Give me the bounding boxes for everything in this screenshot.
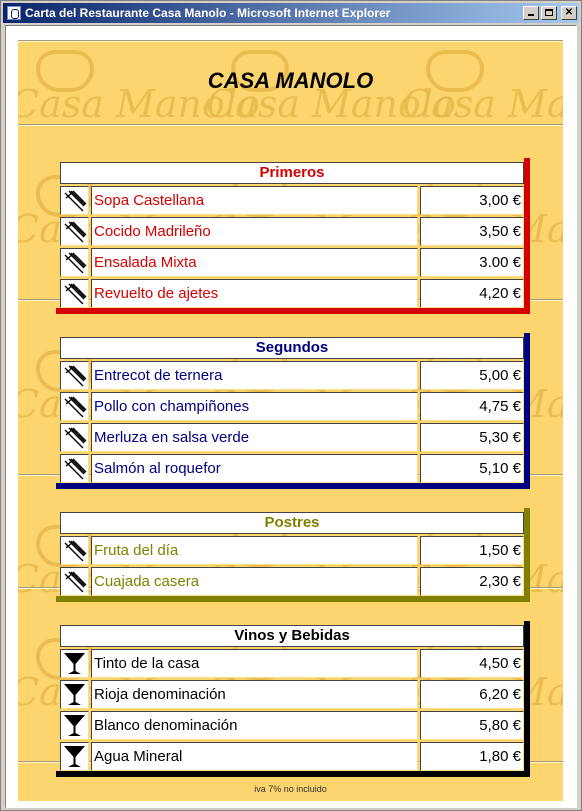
close-button[interactable]: ✕ [561, 6, 577, 20]
section-shadow [524, 621, 530, 777]
menu-item-price: 2,30 € [420, 567, 524, 596]
menu-item-row: Blanco denominación 5,80 € [60, 711, 524, 740]
cutlery-icon [60, 454, 89, 483]
menu-item-name: Sopa Castellana [91, 186, 418, 215]
maximize-icon [545, 9, 553, 16]
menu-item-name: Ensalada Mixta [91, 248, 418, 277]
tax-note: iva 7% no incluido [254, 784, 327, 794]
cutlery-icon [60, 423, 89, 452]
menu-item-row: Cuajada casera 2,30 € [60, 567, 524, 596]
section-shadow [524, 158, 530, 314]
menu-item-name: Fruta del día [91, 536, 418, 565]
divider [18, 124, 563, 126]
menu-item-price: 1,50 € [420, 536, 524, 565]
restaurant-title: CASA MANOLO [207, 68, 374, 93]
menu-item-row: Entrecot de ternera 5,00 € [60, 361, 524, 390]
wine-glass-icon [60, 649, 89, 678]
menu-item-row: Rioja denominación 6,20 € [60, 680, 524, 709]
menu-item-row: Revuelto de ajetes 4,20 € [60, 279, 524, 308]
menu-item-name: Merluza en salsa verde [91, 423, 418, 452]
menu-item-name: Cocido Madrileño [91, 217, 418, 246]
menu-item-price: 1,80 € [420, 742, 524, 771]
menu-item-name: Rioja denominación [91, 680, 418, 709]
menu-item-name: Entrecot de ternera [91, 361, 418, 390]
menu-item-price: 3.00 € [420, 248, 524, 277]
menu-item-name: Pollo con champiñones [91, 392, 418, 421]
wine-glass-icon [60, 711, 89, 740]
menu-item-row: Sopa Castellana 3,00 € [60, 186, 524, 215]
menu-item-row: Ensalada Mixta 3.00 € [60, 248, 524, 277]
section-primeros: Primeros Sopa Castellana 3,00 € Cocido Madr… [56, 158, 530, 314]
internet-explorer-icon[interactable] [7, 6, 21, 20]
cutlery-icon [60, 217, 89, 246]
section-shadow [56, 483, 530, 489]
title-bar[interactable]: Carta del Restaurante Casa Manolo - Micr… [3, 3, 579, 23]
cutlery-icon [60, 361, 89, 390]
menu-item-row: Cocido Madrileño 3,50 € [60, 217, 524, 246]
menu-item-price: 5,10 € [420, 454, 524, 483]
section-shadow [56, 596, 530, 602]
menu-item-price: 5,80 € [420, 711, 524, 740]
maximize-button[interactable] [541, 6, 557, 20]
section-vinos: Vinos y Bebidas Tinto de la casa 4,50 € Rio… [56, 621, 530, 777]
browser-window: Carta del Restaurante Casa Manolo - Micr… [0, 0, 582, 811]
menu-item-row: Merluza en salsa verde 5,30 € [60, 423, 524, 452]
menu-item-name: Revuelto de ajetes [91, 279, 418, 308]
menu-page: Casa ManoloCasa ManoloCasa ManoloCasa Ma… [18, 40, 563, 801]
menu-item-row: Fruta del día 1,50 € [60, 536, 524, 565]
section-title: Vinos y Bebidas [60, 625, 524, 647]
menu-item-name: Agua Mineral [91, 742, 418, 771]
section-shadow [56, 771, 530, 777]
cutlery-icon [60, 248, 89, 277]
close-icon: ✕ [564, 7, 574, 18]
menu-item-name: Salmón al roquefor [91, 454, 418, 483]
menu-item-price: 3,00 € [420, 186, 524, 215]
wine-glass-icon [60, 742, 89, 771]
divider [18, 40, 563, 42]
section-postres: Postres Fruta del día 1,50 € Cuajada casera… [56, 508, 530, 602]
section-shadow [524, 333, 530, 489]
menu-item-row: Pollo con champiñones 4,75 € [60, 392, 524, 421]
menu-item-price: 5,00 € [420, 361, 524, 390]
menu-item-price: 3,50 € [420, 217, 524, 246]
menu-item-name: Tinto de la casa [91, 649, 418, 678]
menu-item-price: 6,20 € [420, 680, 524, 709]
section-shadow [56, 308, 530, 314]
browser-content[interactable]: Casa ManoloCasa ManoloCasa ManoloCasa Ma… [5, 25, 577, 808]
cutlery-icon [60, 536, 89, 565]
section-title: Segundos [60, 337, 524, 359]
menu-item-name: Blanco denominación [91, 711, 418, 740]
menu-item-price: 4,20 € [420, 279, 524, 308]
section-shadow [524, 508, 530, 602]
menu-item-row: Tinto de la casa 4,50 € [60, 649, 524, 678]
minimize-icon [528, 14, 534, 16]
menu-item-price: 5,30 € [420, 423, 524, 452]
section-segundos: Segundos Entrecot de ternera 5,00 € Pollo c… [56, 333, 530, 489]
section-title: Primeros [60, 162, 524, 184]
menu-item-price: 4,75 € [420, 392, 524, 421]
menu-item-price: 4,50 € [420, 649, 524, 678]
menu-item-row: Salmón al roquefor 5,10 € [60, 454, 524, 483]
section-title: Postres [60, 512, 524, 534]
cutlery-icon [60, 567, 89, 596]
cutlery-icon [60, 279, 89, 308]
cutlery-icon [60, 186, 89, 215]
cutlery-icon [60, 392, 89, 421]
minimize-button[interactable] [523, 6, 539, 20]
wine-glass-icon [60, 680, 89, 709]
menu-item-row: Agua Mineral 1,80 € [60, 742, 524, 771]
window-title: Carta del Restaurante Casa Manolo - Micr… [25, 6, 391, 20]
menu-item-name: Cuajada casera [91, 567, 418, 596]
